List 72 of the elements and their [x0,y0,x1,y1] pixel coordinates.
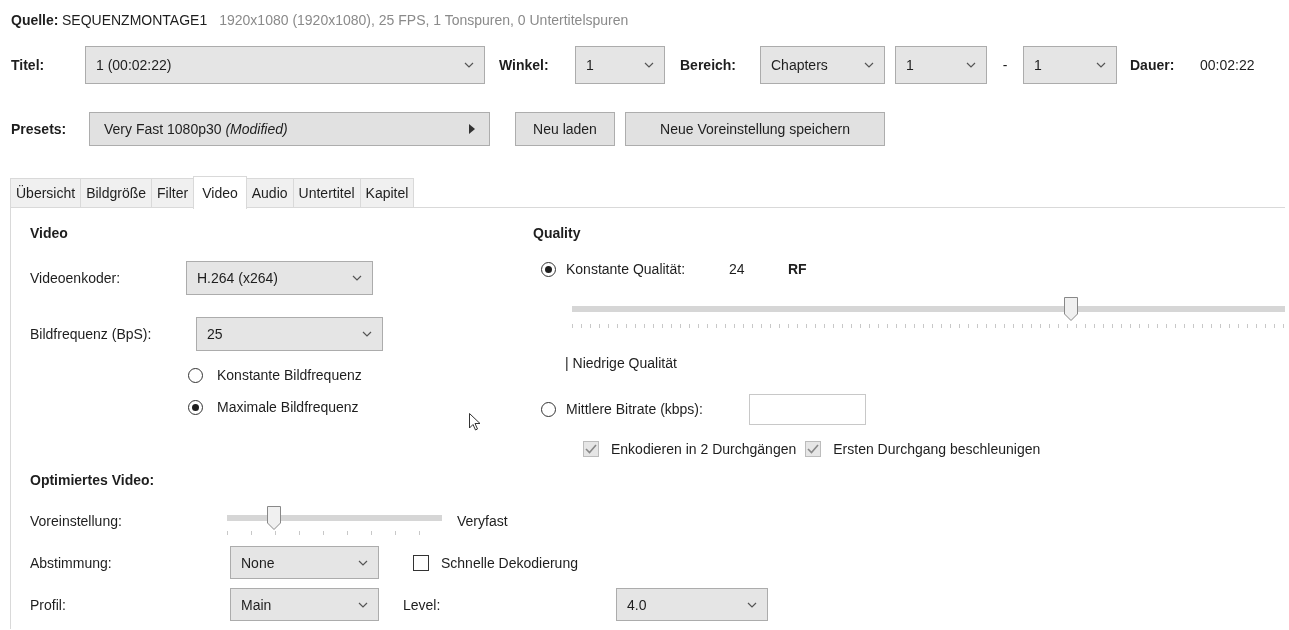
presets-label: Presets: [11,121,68,137]
chevron-down-icon [644,62,654,68]
bitrate-field[interactable] [749,393,866,425]
tab[interactable]: Video [193,176,247,209]
chevron-down-icon [1096,62,1106,68]
duration-label: Dauer: [1130,57,1176,73]
chevron-down-icon [358,601,368,608]
tab[interactable]: Untertitel [292,178,360,208]
tab[interactable]: Kapitel [359,178,415,208]
chevron-down-icon [966,62,976,68]
angle-dropdown[interactable]: 1 [575,46,665,84]
reload-button[interactable]: Neu laden [515,112,615,146]
tune-label: Abstimmung: [30,554,113,571]
quality-value: 24 [729,261,746,277]
range-start-dropdown[interactable]: 1 [895,46,987,84]
encoder-dropdown[interactable]: H.264 (x264) [186,261,373,295]
range-end-dropdown[interactable]: 1 [1023,46,1117,84]
duration-value: 00:02:22 [1200,57,1255,73]
radio-button[interactable] [188,399,203,415]
chevron-down-icon [358,559,368,566]
radio-label: Konstante Qualität: [566,261,687,277]
chevron-down-icon [362,331,372,337]
radio-button[interactable] [541,261,556,277]
checkbox-label: Enkodieren in 2 Durchgängen [611,441,797,457]
source-label: Quelle: [11,12,60,28]
check-icon [807,444,820,454]
quality-unit: RF [788,261,807,277]
chevron-down-icon [864,62,874,68]
slider-thumb[interactable] [267,506,282,530]
range-mode-dropdown[interactable]: Chapters [760,46,885,84]
preset-button[interactable]: Very Fast 1080p30 (Modified) [89,112,490,146]
range-separator: - [1001,57,1009,73]
save-preset-button[interactable]: Neue Voreinstellung speichern [625,112,885,146]
mouse-pointer-icon [469,413,481,431]
angle-label: Winkel: [499,57,550,73]
section-heading: Optimiertes Video: [30,472,155,488]
framerate-dropdown[interactable]: 25 [196,317,383,351]
checkbox-label: Schnelle Dekodierung [441,554,578,571]
chevron-down-icon [464,62,474,68]
play-triangle-icon [469,124,475,134]
tab[interactable]: Audio [246,178,293,208]
title-dropdown[interactable]: 1 (00:02:22) [85,46,485,84]
chevron-down-icon [747,601,757,608]
tab[interactable]: Bildgröße [80,178,152,208]
level-dropdown[interactable]: 4.0 [616,588,768,621]
profile-dropdown[interactable]: Main [230,588,379,621]
level-label: Level: [403,596,442,613]
checkbox[interactable] [413,554,429,571]
radio-button[interactable] [188,367,203,383]
tune-dropdown[interactable]: None [230,546,379,579]
checkbox-label: Ersten Durchgang beschleunigen [833,441,1041,457]
range-label: Bereich: [680,57,738,73]
chevron-down-icon [352,275,362,281]
radio-button[interactable] [541,401,556,417]
source-details: 1920x1080 (1920x1080), 25 FPS, 1 Tonspuren, 0 Untertitelspuren [219,12,629,28]
check-icon [585,444,597,454]
radio-label: Konstante Bildfrequenz [217,367,362,383]
radio-label: Mittlere Bitrate (kbps): [566,401,704,417]
radio-label: Maximale Bildfrequenz [217,399,359,415]
section-heading: Video [30,225,68,241]
encoder-label: Videoenkoder: [30,270,122,286]
slider-thumb[interactable] [1064,297,1079,321]
framerate-label: Bildfrequenz (BpS): [30,326,153,342]
preset-value: Veryfast [457,513,508,529]
tab[interactable]: Übersicht [10,178,81,208]
quality-scale-label: | Niedrige Qualität [565,355,677,371]
tab[interactable]: Filter [151,178,194,208]
title-label: Titel: [11,57,46,73]
preset-label: Voreinstellung: [30,513,123,529]
source-name: SEQUENZMONTAGE1 [62,12,208,28]
section-heading: Quality [533,225,581,241]
profile-label: Profil: [30,596,67,613]
